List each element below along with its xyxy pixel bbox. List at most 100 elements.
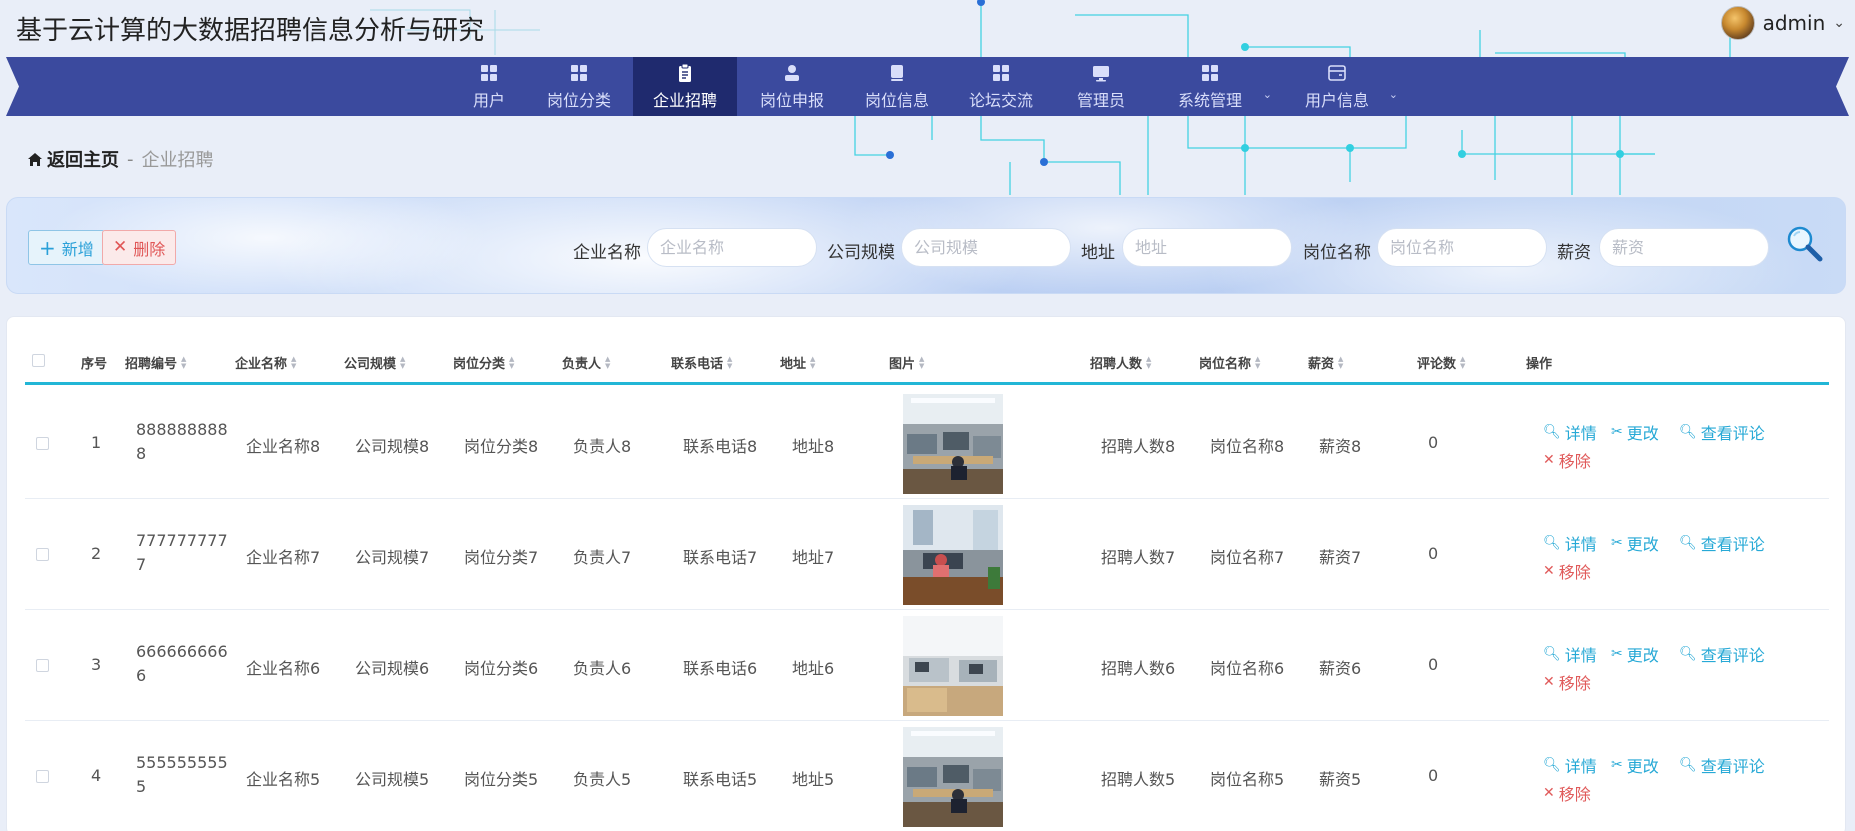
- cell-scale: 公司规模8: [355, 437, 430, 456]
- column-header-label: 岗位名称: [1199, 357, 1252, 372]
- row-checkbox[interactable]: [36, 659, 49, 672]
- delete-button[interactable]: ✕ 删除: [102, 230, 177, 265]
- cell-job-name: 岗位名称7: [1210, 548, 1285, 567]
- select-all-checkbox[interactable]: [32, 354, 45, 367]
- row-checkbox[interactable]: [36, 437, 49, 450]
- nav-item-job-application[interactable]: 岗位申报: [753, 57, 831, 116]
- tools-icon: ✂: [1611, 646, 1623, 662]
- user-name[interactable]: admin: [1763, 11, 1826, 35]
- detail-button[interactable]: 🔍︎ 详情: [1543, 420, 1597, 444]
- nav-item-system-management[interactable]: 系统管理 ⌄: [1170, 57, 1272, 116]
- column-header-scale[interactable]: 公司规模 ▲ ▼: [344, 353, 405, 372]
- column-header-category[interactable]: 岗位分类 ▲ ▼: [453, 353, 514, 372]
- cell-job-name: 岗位名称5: [1210, 770, 1285, 789]
- sort-icon[interactable]: ▲ ▼: [919, 355, 924, 370]
- sort-icon[interactable]: ▲ ▼: [400, 355, 405, 370]
- edit-button[interactable]: ✂ 更改: [1611, 642, 1659, 666]
- nav-item-admin[interactable]: 管理员: [1070, 57, 1132, 116]
- column-header-actions: 操作: [1526, 353, 1552, 372]
- cell-salary: 薪资7: [1319, 548, 1362, 567]
- cell-phone: 联系电话6: [683, 659, 758, 678]
- office-photo[interactable]: [903, 727, 1003, 827]
- cell-manager: 负责人8: [573, 437, 632, 456]
- sort-icon[interactable]: ▲ ▼: [727, 355, 732, 370]
- office-photo[interactable]: [903, 616, 1003, 716]
- nav-item-user-info[interactable]: 用户信息 ⌄: [1298, 57, 1398, 116]
- office-photo[interactable]: [903, 505, 1003, 605]
- column-header-headcount[interactable]: 招聘人数 ▲ ▼: [1090, 353, 1151, 372]
- column-header-company[interactable]: 企业名称 ▲ ▼: [235, 353, 296, 372]
- table-row: 3 6666666666 企业名称6 公司规模6 岗位分类6 负责人6 联系电话…: [25, 610, 1829, 721]
- office-photo[interactable]: [903, 394, 1003, 494]
- nav-item-label: 岗位申报: [759, 90, 824, 110]
- cell-index: 2: [91, 544, 102, 563]
- sort-icon[interactable]: ▲ ▼: [1338, 355, 1343, 370]
- sort-icon[interactable]: ▲ ▼: [181, 355, 186, 370]
- cell-headcount: 招聘人数6: [1101, 659, 1176, 678]
- sort-icon[interactable]: ▲ ▼: [1460, 355, 1465, 370]
- column-header-phone[interactable]: 联系电话 ▲ ▼: [671, 353, 732, 372]
- detail-button[interactable]: 🔍︎ 详情: [1543, 753, 1597, 777]
- sort-icon[interactable]: ▲ ▼: [605, 355, 610, 370]
- view-comments-button[interactable]: 🔍︎ 查看评论: [1679, 531, 1765, 555]
- avatar[interactable]: [1720, 6, 1755, 40]
- nav-item-job-category[interactable]: 岗位分类: [540, 57, 618, 116]
- cell-phone: 联系电话7: [683, 548, 758, 567]
- sort-icon[interactable]: ▲ ▼: [1255, 355, 1260, 370]
- remove-button[interactable]: ✕ 移除: [1543, 781, 1591, 805]
- nav-item-job-info[interactable]: 岗位信息: [858, 57, 936, 116]
- close-icon: ✕: [1543, 452, 1555, 468]
- column-header-image[interactable]: 图片 ▲ ▼: [889, 353, 924, 372]
- cell-index: 1: [91, 433, 102, 452]
- company-scale-input[interactable]: [901, 228, 1071, 267]
- edit-label: 更改: [1626, 424, 1659, 443]
- chevron-down-icon[interactable]: ⌄: [1833, 15, 1845, 31]
- grid-icon: [993, 64, 1009, 81]
- row-checkbox[interactable]: [36, 548, 49, 561]
- breadcrumb-separator: -: [127, 148, 134, 170]
- view-comments-button[interactable]: 🔍︎ 查看评论: [1679, 753, 1765, 777]
- remove-button[interactable]: ✕ 移除: [1543, 448, 1591, 472]
- sort-icon[interactable]: ▲ ▼: [810, 355, 815, 370]
- zoom-icon: 🔍︎: [1679, 535, 1697, 551]
- nav-item-label: 系统管理: [1177, 90, 1242, 110]
- main-nav: 用户 岗位分类 企业招聘 岗位申报 岗位信息 论坛交流 管理员 系统管理 ⌄ 用…: [0, 57, 1855, 116]
- edit-button[interactable]: ✂ 更改: [1611, 531, 1659, 555]
- search-icon[interactable]: [1785, 224, 1825, 264]
- grid-icon: [571, 64, 587, 81]
- edit-button[interactable]: ✂ 更改: [1611, 420, 1659, 444]
- tools-icon: ✂: [1611, 535, 1623, 551]
- view-comments-button[interactable]: 🔍︎ 查看评论: [1679, 642, 1765, 666]
- column-header-comments[interactable]: 评论数 ▲ ▼: [1417, 353, 1465, 372]
- remove-button[interactable]: ✕ 移除: [1543, 559, 1591, 583]
- home-icon: [28, 152, 42, 166]
- add-button-label: 新增: [61, 239, 94, 259]
- user-menu[interactable]: admin ⌄: [1720, 6, 1845, 40]
- sort-icon[interactable]: ▲ ▼: [509, 355, 514, 370]
- company-name-input[interactable]: [647, 228, 817, 267]
- column-header-job-name[interactable]: 岗位名称 ▲ ▼: [1199, 353, 1260, 372]
- nav-item-company-recruitment[interactable]: 企业招聘: [633, 57, 737, 116]
- address-input[interactable]: [1122, 228, 1292, 267]
- nav-item-forum[interactable]: 论坛交流: [962, 57, 1040, 116]
- column-header-salary[interactable]: 薪资 ▲ ▼: [1308, 353, 1343, 372]
- view-comments-button[interactable]: 🔍︎ 查看评论: [1679, 420, 1765, 444]
- column-header-code[interactable]: 招聘编号 ▲ ▼: [125, 353, 186, 372]
- add-button[interactable]: + 新增: [28, 230, 105, 265]
- job-name-input[interactable]: [1377, 228, 1547, 267]
- sort-icon[interactable]: ▲ ▼: [1146, 355, 1151, 370]
- detail-button[interactable]: 🔍︎ 详情: [1543, 531, 1597, 555]
- edit-button[interactable]: ✂ 更改: [1611, 753, 1659, 777]
- detail-button[interactable]: 🔍︎ 详情: [1543, 642, 1597, 666]
- home-link[interactable]: 返回主页: [27, 146, 119, 172]
- cell-code: 5555555555: [136, 753, 228, 796]
- column-header-address[interactable]: 地址 ▲ ▼: [780, 353, 815, 372]
- sort-icon[interactable]: ▲ ▼: [291, 355, 296, 370]
- remove-button[interactable]: ✕ 移除: [1543, 670, 1591, 694]
- nav-item-users[interactable]: 用户: [464, 57, 514, 116]
- cell-phone: 联系电话8: [683, 437, 758, 456]
- salary-input[interactable]: [1599, 228, 1769, 267]
- column-header-manager[interactable]: 负责人 ▲ ▼: [562, 353, 610, 372]
- edit-label: 更改: [1626, 757, 1659, 776]
- row-checkbox[interactable]: [36, 770, 49, 783]
